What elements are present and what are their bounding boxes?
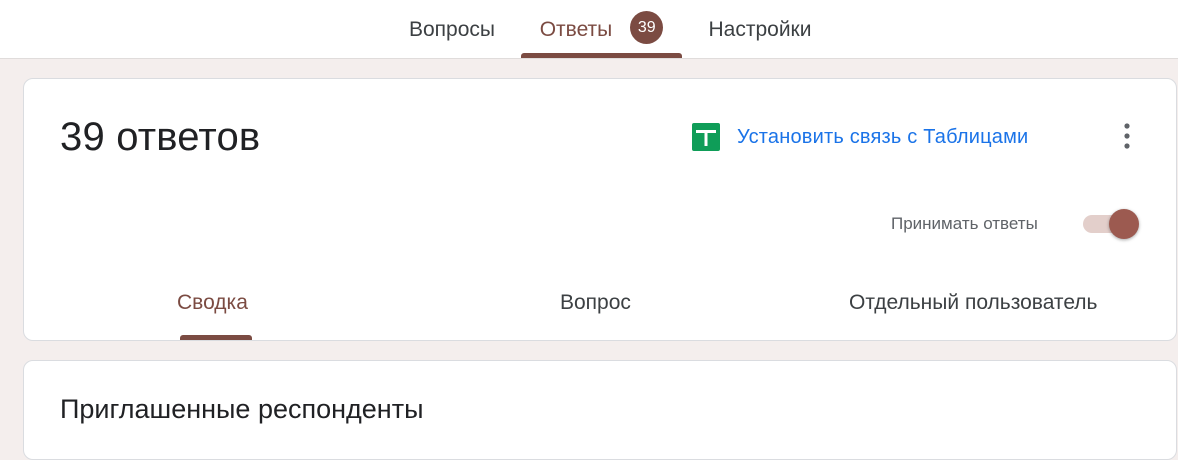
more-vert-icon xyxy=(1124,122,1130,154)
link-to-sheets-label: Установить связь с Таблицами xyxy=(737,125,1029,148)
tab-questions-label: Вопросы xyxy=(408,17,495,41)
subtab-question[interactable]: Вопрос xyxy=(560,291,631,315)
active-tab-indicator xyxy=(521,53,682,58)
response-count-heading: 39 ответов xyxy=(60,115,261,159)
tab-responses[interactable]: Ответы 39 xyxy=(521,0,682,59)
active-subtab-indicator xyxy=(180,335,252,340)
link-to-sheets-button[interactable]: Установить связь с Таблицами xyxy=(692,123,1028,151)
invited-respondents-card: Приглашенные респонденты xyxy=(23,360,1177,460)
subtab-summary[interactable]: Сводка xyxy=(177,291,248,315)
accept-responses-label: Принимать ответы xyxy=(891,214,1038,233)
google-sheets-icon xyxy=(692,123,720,151)
tab-questions[interactable]: Вопросы xyxy=(394,0,510,59)
invited-respondents-title: Приглашенные респонденты xyxy=(60,394,424,424)
tab-settings[interactable]: Настройки xyxy=(692,0,828,59)
toggle-thumb xyxy=(1109,209,1139,239)
more-options-button[interactable] xyxy=(1114,122,1140,154)
tab-settings-label: Настройки xyxy=(708,17,812,41)
responses-count-badge: 39 xyxy=(630,11,664,44)
responses-summary-card: 39 ответов Установить связь с Таблицами … xyxy=(23,78,1177,341)
top-tab-bar: Вопросы Ответы 39 Настройки xyxy=(0,0,1178,59)
accept-responses-toggle[interactable] xyxy=(1083,209,1139,239)
tab-responses-label: Ответы xyxy=(539,17,613,41)
subtab-individual[interactable]: Отдельный пользователь xyxy=(849,291,1098,315)
